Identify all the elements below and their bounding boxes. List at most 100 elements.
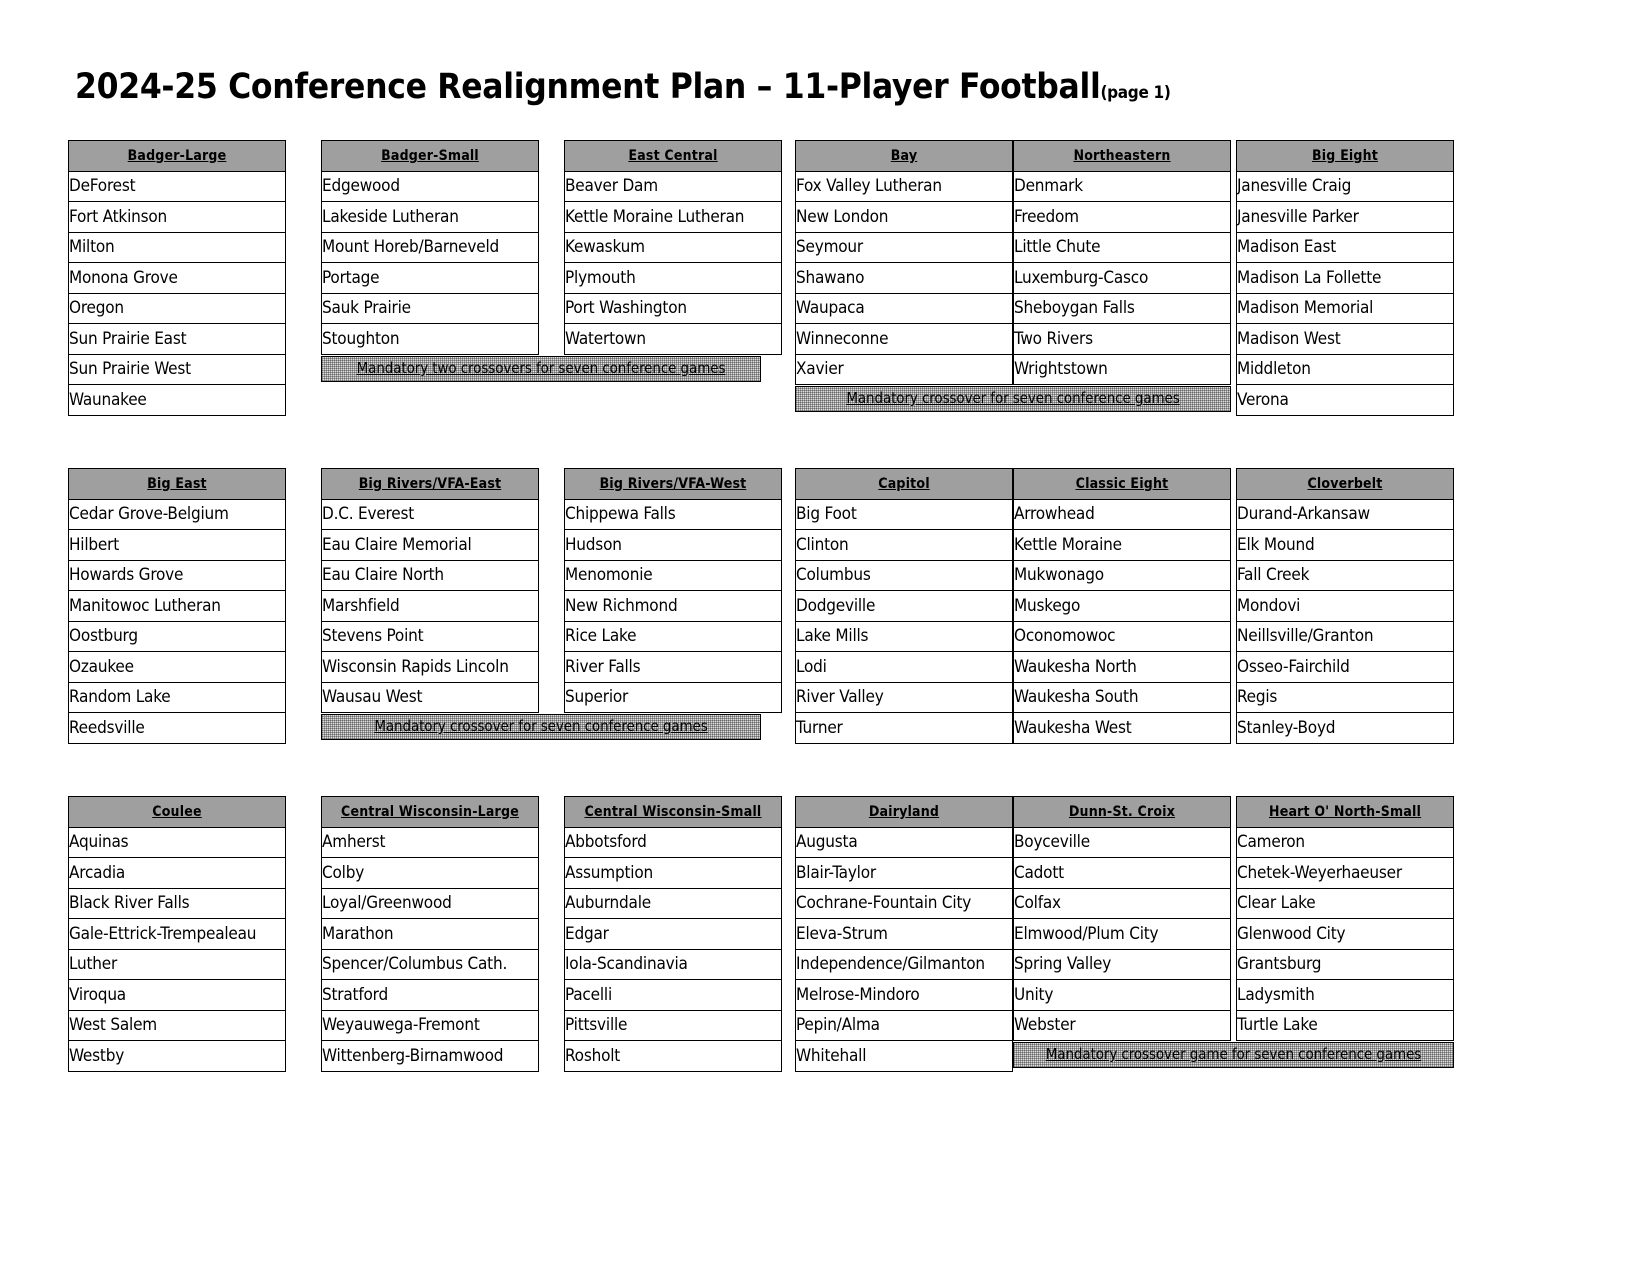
table-row: Sheboygan Falls [1013,292,1231,324]
table-row: Cedar Grove-Belgium [68,498,286,530]
table-row: Cochrane-Fountain City [795,887,1013,919]
table-row: Weyauwega-Fremont [321,1009,539,1041]
conference-block-bay: Bay Fox Valley Lutheran New London Seymo… [795,140,1013,385]
conference-header: East Central [564,140,782,172]
table-row: Verona [1236,384,1454,416]
conference-block-badger-small: Badger-Small Edgewood Lakeside Lutheran … [321,140,539,355]
conference-header: Dairyland [795,796,1013,828]
table-row: Eau Claire North [321,559,539,591]
conference-table: Coulee Aquinas Arcadia Black River Falls… [68,796,286,1072]
table-row: Spring Valley [1013,948,1231,980]
table-row: Oconomowoc [1013,620,1231,652]
conference-band-3: Coulee Aquinas Arcadia Black River Falls… [68,796,1468,1126]
table-row: Oostburg [68,620,286,652]
conference-header: Heart O' North-Small [1236,796,1454,828]
conference-block-big-east: Big East Cedar Grove-Belgium Hilbert How… [68,468,286,744]
conference-name: Big Rivers/VFA-West [599,475,747,492]
conference-name: Big Eight [1311,147,1379,164]
table-row: Monona Grove [68,262,286,294]
table-row: Random Lake [68,681,286,713]
conference-block-central-wisconsin-small: Central Wisconsin-Small Abbotsford Assum… [564,796,782,1072]
table-row: Marathon [321,918,539,950]
table-row: Denmark [1013,170,1231,202]
table-row: Viroqua [68,979,286,1011]
table-row: Durand-Arkansaw [1236,498,1454,530]
table-row: Stoughton [321,323,539,355]
table-row: Muskego [1013,590,1231,622]
crossover-note-text: Mandatory crossover game for seven confe… [1045,1045,1422,1063]
table-row: Pacelli [564,979,782,1011]
table-row: Elmwood/Plum City [1013,918,1231,950]
table-row: Mondovi [1236,590,1454,622]
table-row: Pepin/Alma [795,1009,1013,1041]
table-row: Waukesha South [1013,681,1231,713]
table-row: Mount Horeb/Barneveld [321,231,539,263]
conference-name: Dunn-St. Croix [1068,803,1176,820]
table-row: Eau Claire Memorial [321,529,539,561]
crossover-note-text: Mandatory two crossovers for seven confe… [356,359,726,377]
table-row: Lake Mills [795,620,1013,652]
conference-block-badger-large: Badger-Large DeForest Fort Atkinson Milt… [68,140,286,416]
table-row: Mukwonago [1013,559,1231,591]
table-row: Blair-Taylor [795,857,1013,889]
table-row: Ladysmith [1236,979,1454,1011]
conference-header: Badger-Large [68,140,286,172]
conference-table: Cloverbelt Durand-Arkansaw Elk Mound Fal… [1236,468,1454,744]
table-row: Marshfield [321,590,539,622]
table-row: Regis [1236,681,1454,713]
table-row: Waupaca [795,292,1013,324]
table-row: Madison La Follette [1236,262,1454,294]
table-row: Fall Creek [1236,559,1454,591]
table-row: Reedsville [68,712,286,744]
table-row: Clear Lake [1236,887,1454,919]
table-row: Kettle Moraine Lutheran [564,201,782,233]
table-row: Lodi [795,651,1013,683]
page-title-main: 2024-25 Conference Realignment Plan – 11… [75,67,1101,107]
table-row: Wittenberg-Birnamwood [321,1040,539,1072]
conference-name: Big East [147,475,207,492]
table-row: Dodgeville [795,590,1013,622]
table-row: Oregon [68,292,286,324]
conference-board: Badger-Large DeForest Fort Atkinson Milt… [68,140,1468,1126]
table-row: Rosholt [564,1040,782,1072]
table-row: Independence/Gilmanton [795,948,1013,980]
table-row: Fox Valley Lutheran [795,170,1013,202]
table-row: Gale-Ettrick-Trempealeau [68,918,286,950]
crossover-note-dunn-heart: Mandatory crossover game for seven confe… [1013,1042,1454,1068]
conference-name: Classic Eight [1075,475,1169,492]
table-row: Xavier [795,353,1013,385]
table-row: Luxemburg-Casco [1013,262,1231,294]
conference-table: Heart O' North-Small Cameron Chetek-Weye… [1236,796,1454,1041]
table-row: Turner [795,712,1013,744]
table-row: Wrightstown [1013,353,1231,385]
table-row: Madison West [1236,323,1454,355]
crossover-note-badger-small-east-central: Mandatory two crossovers for seven confe… [321,356,761,382]
table-row: Auburndale [564,887,782,919]
table-row: Kewaskum [564,231,782,263]
conference-name: Capitol [878,475,930,492]
conference-block-dairyland: Dairyland Augusta Blair-Taylor Cochrane-… [795,796,1013,1072]
table-row: Little Chute [1013,231,1231,263]
table-row: Big Foot [795,498,1013,530]
table-row: Elk Mound [1236,529,1454,561]
table-row: Stratford [321,979,539,1011]
table-row: Sun Prairie West [68,353,286,385]
table-row: River Falls [564,651,782,683]
table-row: Fort Atkinson [68,201,286,233]
conference-table: Big Rivers/VFA-East D.C. Everest Eau Cla… [321,468,539,713]
table-row: Hilbert [68,529,286,561]
table-row: Assumption [564,857,782,889]
table-row: Black River Falls [68,887,286,919]
conference-header: Capitol [795,468,1013,500]
conference-table: Central Wisconsin-Large Amherst Colby Lo… [321,796,539,1072]
table-row: Clinton [795,529,1013,561]
table-row: Watertown [564,323,782,355]
conference-header: Cloverbelt [1236,468,1454,500]
table-row: D.C. Everest [321,498,539,530]
table-row: Colfax [1013,887,1231,919]
table-row: Edgewood [321,170,539,202]
table-row: Madison Memorial [1236,292,1454,324]
table-row: Melrose-Mindoro [795,979,1013,1011]
table-row: Wisconsin Rapids Lincoln [321,651,539,683]
conference-band-1: Badger-Large DeForest Fort Atkinson Milt… [68,140,1468,468]
